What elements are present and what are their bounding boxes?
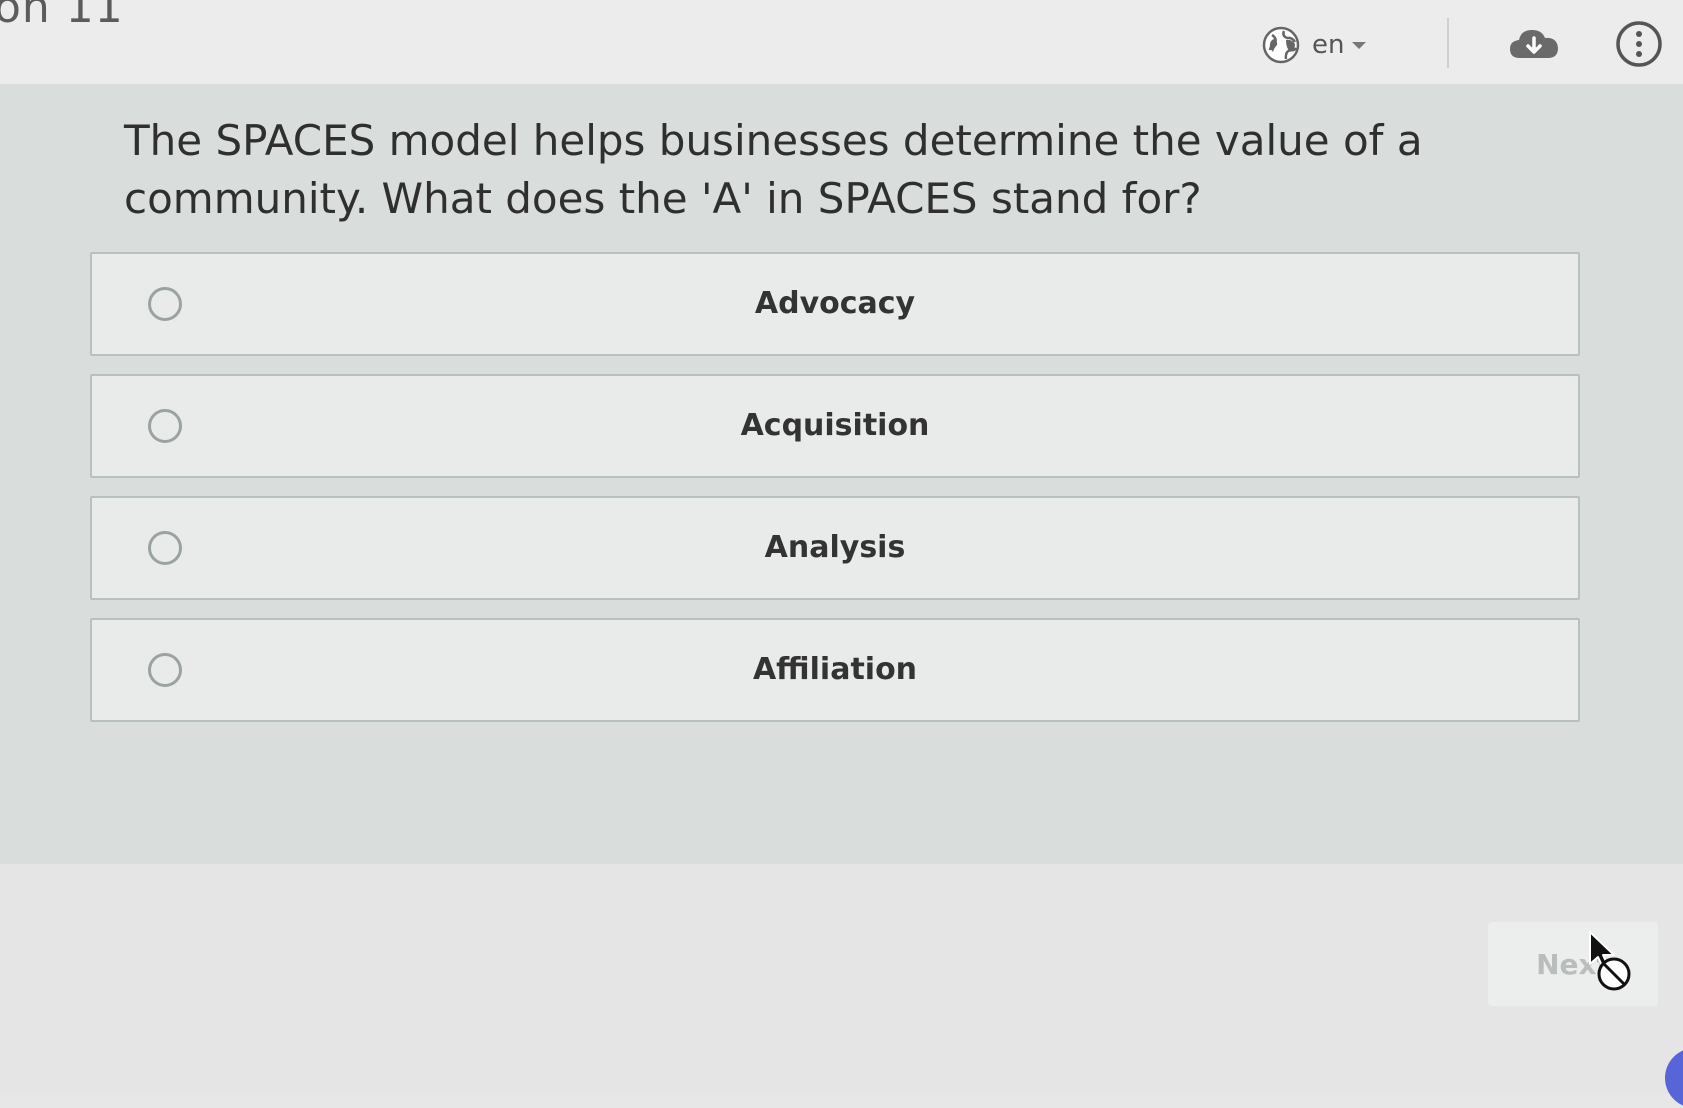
language-selector[interactable]: en: [1262, 22, 1367, 68]
divider: [1447, 18, 1449, 68]
answer-option[interactable]: Acquisition: [90, 374, 1580, 478]
question-text: The SPACES model helps businesses determ…: [124, 116, 1423, 223]
answer-option-label: Advocacy: [754, 286, 916, 321]
answer-option-label: Affiliation: [752, 652, 918, 687]
language-dropdown[interactable]: en: [1312, 30, 1367, 60]
cloud-download-icon[interactable]: [1508, 24, 1560, 66]
more-options-icon[interactable]: [1615, 20, 1663, 72]
chevron-down-icon: [1352, 41, 1367, 49]
answer-option-label: Acquisition: [740, 408, 930, 443]
answer-options: Advocacy Acquisition Analysis Affiliatio…: [90, 252, 1580, 740]
globe-icon: [1262, 26, 1300, 64]
answer-option[interactable]: Advocacy: [90, 252, 1580, 356]
language-label: en: [1312, 30, 1345, 60]
answer-option[interactable]: Analysis: [90, 496, 1580, 600]
page-heading: on 11: [0, 0, 124, 33]
answer-option[interactable]: Affiliation: [90, 618, 1580, 722]
not-allowed-cursor-icon: [1588, 930, 1634, 1000]
answer-option-label: Analysis: [764, 530, 906, 565]
footer: [0, 864, 1683, 1093]
top-bar: on 11 en: [0, 0, 1683, 85]
